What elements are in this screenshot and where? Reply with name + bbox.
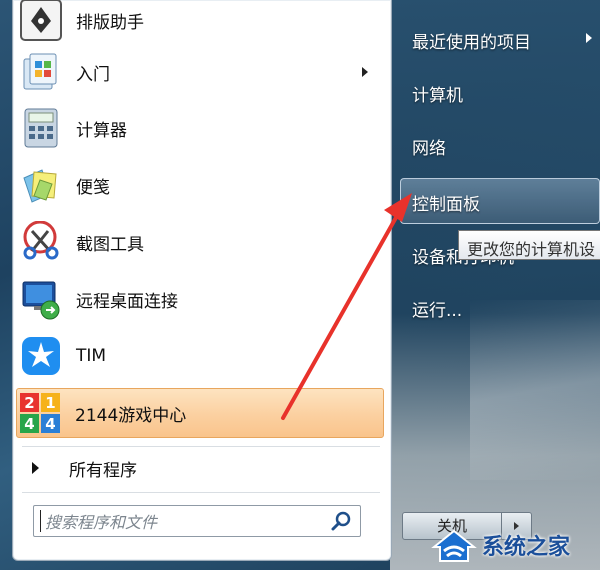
program-label: 计算器 — [76, 120, 127, 141]
program-item-snipping-tool[interactable]: 截图工具 — [18, 216, 384, 268]
tim-star-icon — [22, 337, 60, 375]
search-icon[interactable] — [330, 509, 354, 533]
calculator-icon — [24, 108, 58, 148]
program-label: 远程桌面连接 — [76, 291, 178, 312]
watermark-text: 系统之家 — [482, 535, 571, 560]
all-programs-label: 所有程序 — [69, 460, 137, 481]
svg-text:4: 4 — [24, 415, 34, 433]
search-input[interactable]: 搜索程序和文件 — [33, 505, 361, 537]
svg-text:2: 2 — [24, 394, 34, 412]
getting-started-icon — [23, 53, 57, 90]
remote-desktop-icon — [22, 281, 60, 320]
right-item-recent[interactable]: 最近使用的项目 — [412, 28, 531, 53]
program-label: TIM — [76, 346, 107, 366]
right-item-network[interactable]: 网络 — [412, 134, 446, 159]
right-item-computer[interactable]: 计算机 — [412, 81, 463, 106]
menu-separator — [22, 492, 380, 493]
right-item-run[interactable]: 运行... — [412, 296, 462, 321]
tooltip: 更改您的计算机设 — [458, 230, 600, 260]
watermark: 系统之家 — [430, 520, 600, 570]
sticky-notes-icon — [23, 169, 57, 203]
program-label: 排版助手 — [76, 12, 144, 33]
house-logo-icon — [431, 529, 477, 562]
expand-arrow-icon — [32, 462, 39, 474]
text-caret — [40, 510, 41, 532]
right-item-control-panel[interactable]: 控制面板 — [412, 190, 480, 215]
svg-text:4: 4 — [45, 415, 55, 433]
program-item-tim[interactable]: TIM — [18, 330, 384, 382]
search-placeholder: 搜索程序和文件 — [45, 513, 158, 532]
pen-nib-icon — [20, 0, 62, 41]
program-label: 截图工具 — [76, 234, 144, 255]
program-item-sticky-notes[interactable]: 便笺 — [18, 159, 384, 211]
program-label: 入门 — [76, 64, 110, 85]
program-item-remote-desktop[interactable]: 远程桌面连接 — [18, 273, 384, 325]
program-item-paiban[interactable]: 排版助手 — [18, 0, 384, 46]
program-item-2144-game-center[interactable]: 21 44 2144游戏中心 — [16, 388, 384, 438]
scissors-icon — [23, 221, 59, 260]
game-center-2144-icon: 21 44 — [20, 393, 60, 433]
menu-separator — [22, 446, 380, 447]
program-item-calculator[interactable]: 计算器 — [18, 102, 384, 154]
program-label: 便笺 — [76, 177, 110, 198]
submenu-arrow-icon — [586, 33, 592, 43]
glass-reflection — [470, 300, 600, 480]
program-item-getting-started[interactable]: 入门 — [18, 46, 384, 98]
submenu-arrow-icon — [362, 67, 368, 77]
all-programs-button[interactable]: 所有程序 — [22, 450, 382, 486]
svg-text:1: 1 — [45, 394, 55, 412]
program-label: 2144游戏中心 — [75, 405, 187, 426]
